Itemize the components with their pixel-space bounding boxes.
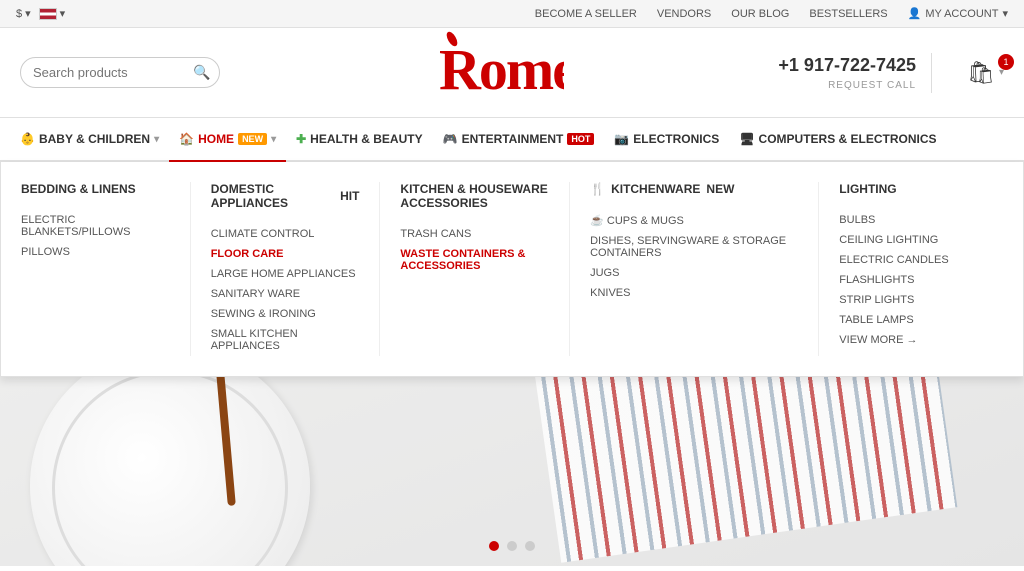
lang-chevron: ▾ [60,7,66,20]
item-climate[interactable]: CLIMATE CONTROL [211,224,360,244]
flag-icon [39,8,57,20]
nav-home-label: HOME [198,132,234,146]
top-bar: $ ▾ ▾ BECOME A SELLER VENDORS OUR BLOG B… [0,0,1024,28]
item-knives[interactable]: KNIVES [590,283,798,303]
nav-electronics[interactable]: 📷 ELECTRONICS [604,117,729,161]
nav-baby[interactable]: 👶 BABY & CHILDREN ▾ [10,117,169,161]
item-waste-containers[interactable]: WASTE CONTAINERS & ACCESSORIES [400,244,549,276]
carousel-dot-2[interactable] [507,541,517,551]
nav-baby-label: BABY & CHILDREN [39,132,150,146]
col-bedding-title: BEDDING & LINENS [21,182,170,196]
camera-icon: 📷 [614,132,629,146]
item-strip[interactable]: STRIP LIGHTS [839,290,988,310]
nav-computers[interactable]: 🖥 COMPUTERS & ELECTRONICS [729,117,946,161]
nav-health-label: HEALTH & BEAUTY [310,132,422,146]
carousel-dot-1[interactable] [489,541,499,551]
nav-electronics-label: ELECTRONICS [633,132,719,146]
item-flashlights[interactable]: FLASHLIGHTS [839,270,988,290]
health-icon: ✚ [296,132,306,146]
cart-icon: 🛍 [967,60,995,86]
my-account-link[interactable]: MY ACCOUNT [925,8,998,20]
col-domestic-title: DOMESTIC APPLIANCES HIT [211,182,360,210]
currency-chevron: ▾ [25,7,31,20]
nav-home[interactable]: 🏠 HOME NEW ▾ [169,118,286,162]
col-lighting-title: LIGHTING [839,182,988,196]
nav-entertainment-badge: HOT [567,133,594,145]
col-divider-4 [818,182,819,356]
item-jugs[interactable]: JUGS [590,263,798,283]
item-dishes[interactable]: DISHES, SERVINGWARE & STORAGE CONTAINERS [590,231,798,263]
item-view-more[interactable]: VIEW MORE → [839,330,988,350]
become-seller-link[interactable]: BECOME A SELLER [535,8,637,20]
kitchenware-icon: 🍴 [590,182,605,196]
home-chevron: ▾ [271,134,276,145]
person-icon [908,7,922,20]
site-header: 🔍 Rome +1 917-722-7425 REQUEST CALL 🛍 1 … [0,28,1024,118]
carousel-dot-3[interactable] [525,541,535,551]
megamenu-col-kitchen: KITCHEN & HOUSEWARE ACCESSORIES TRASH CA… [385,182,564,356]
item-candles[interactable]: ELECTRIC CANDLES [839,250,988,270]
language-selector[interactable]: ▾ [39,7,66,20]
megamenu-col-domestic: DOMESTIC APPLIANCES HIT CLIMATE CONTROL … [196,182,375,356]
item-sanitary[interactable]: SANITARY WARE [211,284,360,304]
top-bar-left: $ ▾ ▾ [16,7,65,20]
col-divider-1 [190,182,191,356]
item-ceiling[interactable]: CEILING LIGHTING [839,230,988,250]
search-input[interactable] [33,65,193,80]
search-icon[interactable]: 🔍 [193,64,210,81]
nav-entertainment-label: ENTERTAINMENT [462,132,564,146]
baby-icon: 👶 [20,132,35,146]
carousel-dots [489,541,535,551]
home-icon: 🏠 [179,132,194,146]
cart-button[interactable]: 🛍 1 ▾ [967,60,1004,86]
col-divider-3 [569,182,570,356]
item-table-lamps[interactable]: TABLE LAMPS [839,310,988,330]
nav-health[interactable]: ✚ HEALTH & BEAUTY [286,117,433,161]
item-trash-cans[interactable]: TRASH CANS [400,224,549,244]
mega-menu: BEDDING & LINENS ELECTRIC BLANKETS/PILLO… [0,162,1024,377]
phone-area: +1 917-722-7425 REQUEST CALL [778,55,916,91]
rome-logo-svg: Rome [434,31,564,101]
item-large-appliances[interactable]: LARGE HOME APPLIANCES [211,264,360,284]
col-kitchenware-title: 🍴 KITCHENWARE NEW [590,182,798,196]
item-electric-blankets[interactable]: ELECTRIC BLANKETS/PILLOWS [21,210,170,242]
search-area[interactable]: 🔍 [20,57,220,88]
bestsellers-link[interactable]: BESTSELLERS [809,8,887,20]
item-small-kitchen[interactable]: SMALL KITCHEN APPLIANCES [211,324,360,356]
entertainment-icon: 🎮 [443,132,458,146]
megamenu-col-bedding: BEDDING & LINENS ELECTRIC BLANKETS/PILLO… [21,182,185,356]
header-divider [931,53,932,93]
request-call-label[interactable]: REQUEST CALL [828,80,916,91]
item-cups[interactable]: ☕ CUPS & MUGS [590,210,798,231]
mug-icon: ☕ [590,215,607,227]
currency-selector[interactable]: $ ▾ [16,7,31,20]
logo-area: Rome [220,31,778,114]
blog-link[interactable]: OUR BLOG [731,8,789,20]
nav-computers-label: COMPUTERS & ELECTRONICS [759,132,937,146]
col-domestic-badge: HIT [340,189,359,203]
phone-number: +1 917-722-7425 [778,55,916,76]
col-divider-2 [379,182,380,356]
top-bar-right: BECOME A SELLER VENDORS OUR BLOG BESTSEL… [535,7,1008,20]
nav-entertainment[interactable]: 🎮 ENTERTAINMENT HOT [433,117,605,161]
megamenu-col-lighting: LIGHTING BULBS CEILING LIGHTING ELECTRIC… [824,182,1003,356]
svg-text:Rome: Rome [439,37,564,101]
item-floor-care[interactable]: FLOOR CARE [211,244,360,264]
currency-symbol: $ [16,8,22,20]
account-chevron: ▾ [1002,7,1008,20]
item-sewing[interactable]: SEWING & IRONING [211,304,360,324]
main-nav: 👶 BABY & CHILDREN ▾ 🏠 HOME NEW ▾ ✚ HEALT… [0,118,1024,162]
megamenu-col-kitchenware: 🍴 KITCHENWARE NEW ☕ CUPS & MUGS DISHES, … [575,182,813,356]
nav-home-badge: NEW [238,133,267,145]
item-pillows[interactable]: PILLOWS [21,242,170,262]
baby-chevron: ▾ [154,134,159,145]
cart-badge: 1 [998,54,1014,70]
col-kitchen-title: KITCHEN & HOUSEWARE ACCESSORIES [400,182,549,210]
vendors-link[interactable]: VENDORS [657,8,711,20]
item-bulbs[interactable]: BULBS [839,210,988,230]
my-account-menu[interactable]: MY ACCOUNT ▾ [908,7,1008,20]
site-logo[interactable]: Rome [434,31,564,114]
col-kitchenware-badge: NEW [706,182,734,196]
monitor-icon: 🖥 [739,132,754,146]
